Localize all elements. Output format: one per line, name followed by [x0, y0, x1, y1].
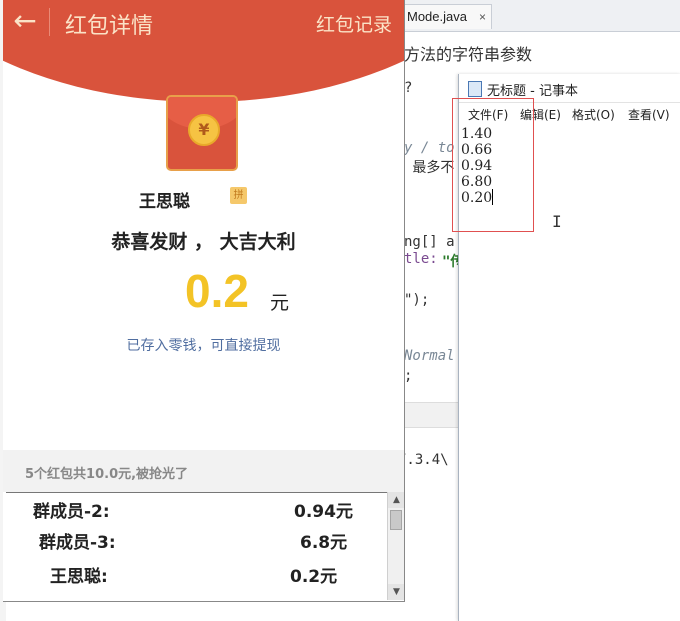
header-divider: [49, 8, 50, 36]
notepad-title: 无标题 - 记事本: [487, 84, 578, 99]
summary-text: 5个红包共10.0元,被抢光了: [25, 467, 189, 482]
list-item: 群成员-3: 6.8元: [6, 527, 391, 557]
list-scrollbar[interactable]: ▲ ▼: [387, 492, 404, 600]
hongbao-detail-panel: ← 红包详情 红包记录 ¥ 王思聪 拼 恭喜发财 ， 大吉大利 0.2 元 已存…: [3, 0, 405, 602]
menu-format[interactable]: 格式(O): [572, 106, 615, 123]
page-title: 红包详情: [65, 14, 154, 39]
pin-badge: 拼: [230, 187, 247, 204]
record-value: 0.94元: [294, 502, 353, 522]
code-line: ;: [404, 368, 413, 384]
code-line: tle:: [404, 251, 447, 267]
hongbao-record-link[interactable]: 红包记录: [316, 10, 392, 37]
menu-view[interactable]: 查看(V): [628, 106, 670, 123]
code-line: Normal: [404, 348, 455, 364]
yuan-coin-icon: ¥: [188, 114, 220, 146]
list-item: 王思聪: 0.2元: [6, 559, 391, 589]
red-envelope-icon: ¥: [166, 95, 238, 171]
notepad-icon: [468, 81, 482, 97]
ide-horizontal-scrollbar[interactable]: [404, 402, 460, 428]
record-value: 0.2元: [290, 567, 338, 587]
record-value: 6.8元: [300, 533, 348, 553]
ibeam-cursor-icon: I: [552, 212, 562, 231]
code-line: y / to: [404, 140, 455, 156]
scroll-thumb[interactable]: [390, 510, 402, 530]
code-line: 7.3.4\: [398, 452, 449, 468]
code-line: ?: [404, 80, 413, 96]
record-name: 王思聪:: [50, 567, 108, 587]
close-icon[interactable]: ×: [479, 5, 486, 29]
greeting-text: 恭喜发财 ， 大吉大利: [111, 231, 296, 253]
scroll-up-icon[interactable]: ▲: [388, 492, 404, 508]
record-name: 群成员-3:: [39, 533, 116, 553]
amount-unit: 元: [270, 292, 290, 314]
ide-tab-label: Mode.java: [407, 9, 467, 24]
code-line: 最多不: [404, 160, 455, 176]
code-line: ng[] a: [404, 234, 455, 250]
ide-tab-bar: Mode.java ×: [398, 0, 680, 32]
ide-tab-mode-java[interactable]: Mode.java ×: [402, 4, 492, 29]
sender-name: 王思聪: [139, 192, 190, 212]
received-amount: 0.2: [185, 265, 249, 317]
back-arrow-icon[interactable]: ←: [11, 5, 39, 37]
code-line: ");: [404, 292, 430, 308]
change-wallet-link[interactable]: 已存入零钱，可直接提现: [3, 335, 404, 355]
record-list[interactable]: 群成员-2: 0.94元 群成员-3: 6.8元 王思聪: 0.2元: [6, 492, 391, 599]
list-item: 群成员-2: 0.94元: [6, 495, 391, 525]
scroll-down-icon[interactable]: ▼: [388, 584, 404, 600]
record-name: 群成员-2:: [33, 502, 110, 522]
highlight-box: [452, 98, 534, 232]
ide-comment-line: 方法的字符串参数: [404, 45, 533, 64]
header-bar: ← 红包详情 红包记录: [3, 0, 404, 44]
